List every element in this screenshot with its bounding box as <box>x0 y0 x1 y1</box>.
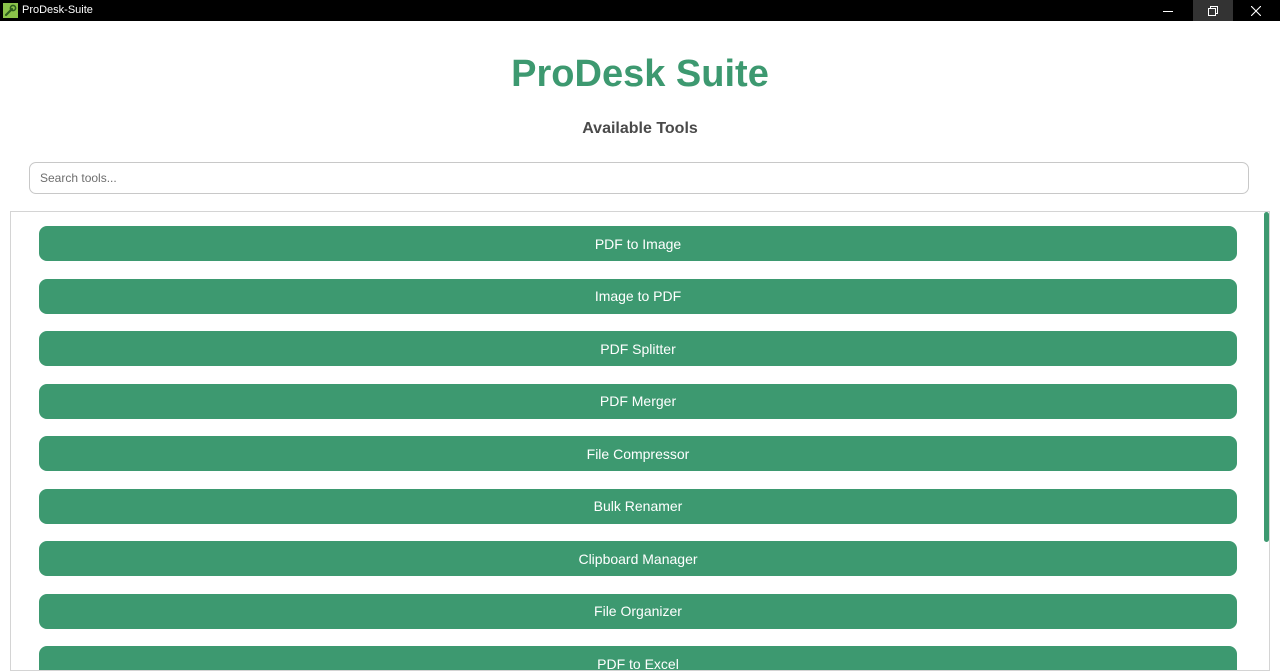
restore-button[interactable] <box>1193 0 1233 21</box>
tool-button-image-to-pdf[interactable]: Image to PDF <box>39 278 1237 314</box>
tool-button-pdf-to-excel[interactable]: PDF to Excel <box>39 646 1237 670</box>
search-input[interactable] <box>29 162 1249 194</box>
minimize-button[interactable] <box>1148 0 1188 21</box>
tool-button-file-compressor[interactable]: File Compressor <box>39 436 1237 471</box>
tool-button-pdf-merger[interactable]: PDF Merger <box>39 383 1237 419</box>
tool-button-file-organizer[interactable]: File Organizer <box>39 593 1237 629</box>
vertical-scrollbar[interactable] <box>1264 212 1269 542</box>
window-title: ProDesk-Suite <box>22 4 93 16</box>
wrench-icon <box>3 3 18 18</box>
tool-button-pdf-to-image[interactable]: PDF to Image <box>39 226 1237 261</box>
tool-button-pdf-splitter[interactable]: PDF Splitter <box>39 331 1237 366</box>
tool-list: PDF to Image Image to PDF PDF Splitter P… <box>39 226 1237 670</box>
tools-scroll-panel: PDF to Image Image to PDF PDF Splitter P… <box>10 211 1270 671</box>
title-bar: ProDesk-Suite <box>0 0 1280 21</box>
section-subtitle: Available Tools <box>582 120 698 137</box>
close-button[interactable] <box>1236 0 1276 21</box>
tool-button-bulk-renamer[interactable]: Bulk Renamer <box>39 488 1237 524</box>
tool-button-clipboard-manager[interactable]: Clipboard Manager <box>39 541 1237 576</box>
app-title: ProDesk Suite <box>511 53 769 95</box>
restore-icon <box>1208 5 1218 16</box>
close-icon <box>1251 5 1261 16</box>
minimize-icon <box>1163 10 1173 12</box>
